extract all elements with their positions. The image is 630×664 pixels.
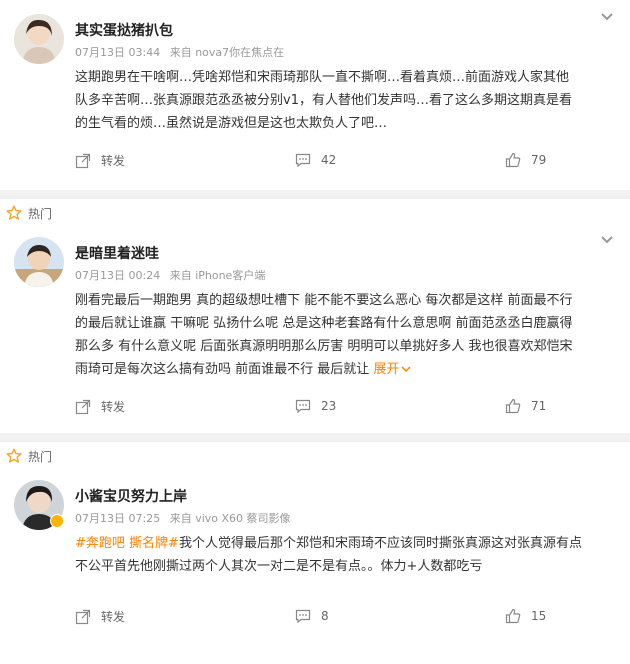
username[interactable]: 其实蛋挞猪扒包: [75, 20, 173, 40]
hashtag-link[interactable]: #奔跑吧: [75, 536, 125, 551]
comment-text-line: 那么多 有什么意义呢 后面张真源明明那么厉害 明明可以单挑好多人 我也很喜欢郑恺…: [75, 339, 573, 354]
avatar[interactable]: [14, 237, 64, 287]
comment-date: 07月13日 03:44: [75, 46, 161, 59]
comment-card-1: 其实蛋挞猪扒包 07月13日 03:44 来自 nova7你在焦点在 这期跑男在…: [0, 0, 630, 190]
comment-text-fragment: 我个人觉得最后那个郑恺和宋雨琦不应该同时撕张真源这对张真源有点: [178, 536, 582, 551]
username[interactable]: 是暗里着迷哇: [75, 243, 159, 263]
comment-text: #奔跑吧 撕名牌#我个人觉得最后那个郑恺和宋雨琦不应该同时撕张真源这对张真源有点…: [75, 532, 614, 578]
repost-icon: [75, 609, 91, 624]
chevron-down-icon[interactable]: [600, 235, 614, 245]
comment-icon: [295, 153, 311, 168]
comment-count: 23: [321, 399, 337, 413]
like-count: 71: [531, 399, 547, 413]
comment-source: 来自 nova7你在焦点在: [169, 46, 285, 59]
repost-icon: [75, 153, 91, 168]
comment-text-line: 的生气看的烦…虽然说是游戏但是这也太欺负人了吧…: [75, 116, 388, 131]
comment-meta: 07月13日 03:44 来自 nova7你在焦点在: [75, 44, 290, 60]
comment-count: 42: [321, 153, 337, 167]
repost-icon: [75, 399, 91, 414]
hot-section-label: 热门: [0, 441, 630, 470]
chevron-down-icon[interactable]: [600, 12, 614, 22]
expand-link[interactable]: 展开: [373, 362, 411, 377]
comment-button[interactable]: 42: [295, 152, 336, 168]
action-bar: 转发 8 15: [75, 608, 614, 628]
like-count: 79: [531, 153, 547, 167]
action-bar: 转发 42 79: [75, 152, 614, 172]
comment-text: 这期跑男在干啥啊…凭啥郑恺和宋雨琦那队一直不撕啊…看着真烦…前面游戏人家其他 队多…: [75, 66, 614, 135]
thumbs-up-icon: [505, 608, 521, 624]
comment-button[interactable]: 23: [295, 398, 336, 414]
comment-text: 刚看完最后一期跑男 真的超级想吐槽下 能不能不要这么恶心 每次都是这样 前面最不…: [75, 289, 614, 381]
repost-button[interactable]: 转发: [75, 398, 125, 415]
repost-label: 转发: [101, 400, 126, 414]
comment-text-fragment: 雨琦可是每次这么搞有劲吗 前面谁最不行 最后就让: [75, 362, 374, 377]
comment-button[interactable]: 8: [295, 608, 329, 624]
comment-text-line: 的最后就让谁赢 干嘛呢 弘扬什么呢 总是这种老套路有什么意思啊 前面范丞丞白鹿赢…: [75, 316, 573, 331]
username[interactable]: 小酱宝贝努力上岸: [75, 486, 187, 506]
repost-button[interactable]: 转发: [75, 152, 125, 169]
like-button[interactable]: 79: [505, 152, 546, 168]
avatar[interactable]: [14, 14, 64, 64]
comment-count: 8: [321, 609, 329, 623]
like-count: 15: [531, 609, 547, 623]
star-icon: [6, 448, 22, 463]
expand-label: 展开: [373, 362, 400, 377]
comment-source: 来自 vivo X60 蔡司影像: [169, 512, 291, 525]
repost-button[interactable]: 转发: [75, 608, 125, 625]
like-button[interactable]: 15: [505, 608, 546, 624]
repost-label: 转发: [101, 610, 126, 624]
hot-section-label: 热门: [0, 198, 630, 227]
comment-date: 07月13日 00:24: [75, 269, 161, 282]
like-button[interactable]: 71: [505, 398, 546, 414]
comment-text-line: 队多辛苦啊…张真源跟范丞丞被分别v1，有人替他们发声吗…看了这么多期这期真是看: [75, 93, 572, 108]
comment-icon: [295, 609, 311, 624]
comment-card-2: 是暗里着迷哇 07月13日 00:24 来自 iPhone客户端 刚看完最后一期…: [0, 227, 630, 433]
comment-text-line: 这期跑男在干啥啊…凭啥郑恺和宋雨琦那队一直不撕啊…看着真烦…前面游戏人家其他: [75, 70, 570, 85]
comment-meta: 07月13日 07:25 来自 vivo X60 蔡司影像: [75, 510, 297, 526]
thumbs-up-icon: [505, 152, 521, 168]
comment-card-3: 小酱宝贝努力上岸 07月13日 07:25 来自 vivo X60 蔡司影像 #…: [0, 470, 630, 664]
hot-label: 热门: [28, 449, 53, 464]
comment-icon: [295, 399, 311, 414]
hashtag-link[interactable]: 撕名牌#: [129, 536, 179, 551]
comment-source: 来自 iPhone客户端: [169, 269, 266, 282]
chevron-down-icon: [401, 366, 411, 373]
repost-label: 转发: [101, 154, 126, 168]
thumbs-up-icon: [505, 398, 521, 414]
comment-text-line: 雨琦可是每次这么搞有劲吗 前面谁最不行 最后就让 展开: [75, 358, 614, 381]
comment-meta: 07月13日 00:24 来自 iPhone客户端: [75, 267, 271, 283]
star-icon: [6, 205, 22, 220]
comment-date: 07月13日 07:25: [75, 512, 161, 525]
comment-text-line: 刚看完最后一期跑男 真的超级想吐槽下 能不能不要这么恶心 每次都是这样 前面最不…: [75, 293, 573, 308]
action-bar: 转发 23 71: [75, 398, 614, 418]
verified-badge: [50, 514, 64, 528]
comment-text-line: #奔跑吧 撕名牌#我个人觉得最后那个郑恺和宋雨琦不应该同时撕张真源这对张真源有点: [75, 532, 614, 555]
comment-text-line: 不公平首先他刚撕过两个人其次一对二是不是有点。。体力+人数都吃亏: [75, 559, 483, 574]
hot-label: 热门: [28, 206, 53, 221]
